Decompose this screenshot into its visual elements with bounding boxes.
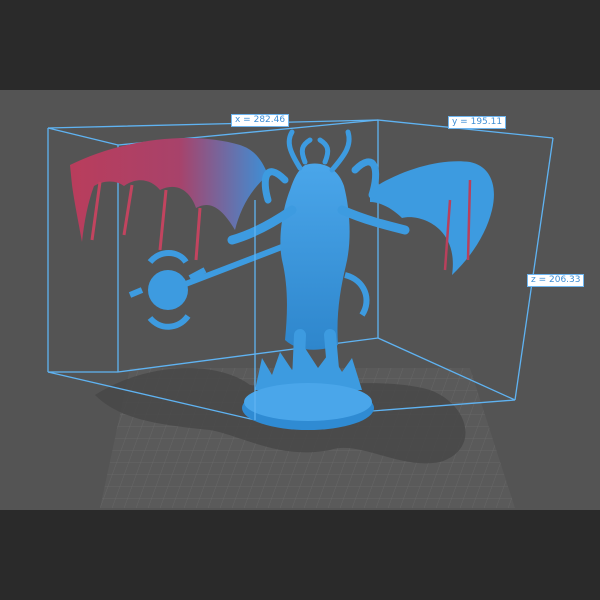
staff-head bbox=[148, 270, 188, 310]
figure-tail bbox=[344, 272, 370, 317]
dimension-x-label: x = 282.46 bbox=[231, 114, 290, 127]
dimension-y-label: y = 195.11 bbox=[448, 116, 507, 129]
figure-body bbox=[280, 163, 350, 350]
dimension-z-label: z = 206.33 bbox=[527, 274, 585, 287]
right-wing bbox=[370, 161, 494, 275]
staff-shaft bbox=[168, 237, 302, 293]
base-disc-top bbox=[244, 383, 372, 421]
3d-viewport[interactable]: x = 282.46 y = 195.11 z = 206.33 bbox=[0, 90, 600, 510]
left-wing-fingers bbox=[90, 181, 202, 261]
slicer-window: x = 282.46 y = 195.11 z = 206.33 bbox=[0, 0, 600, 600]
scene-canvas bbox=[47, 119, 554, 508]
